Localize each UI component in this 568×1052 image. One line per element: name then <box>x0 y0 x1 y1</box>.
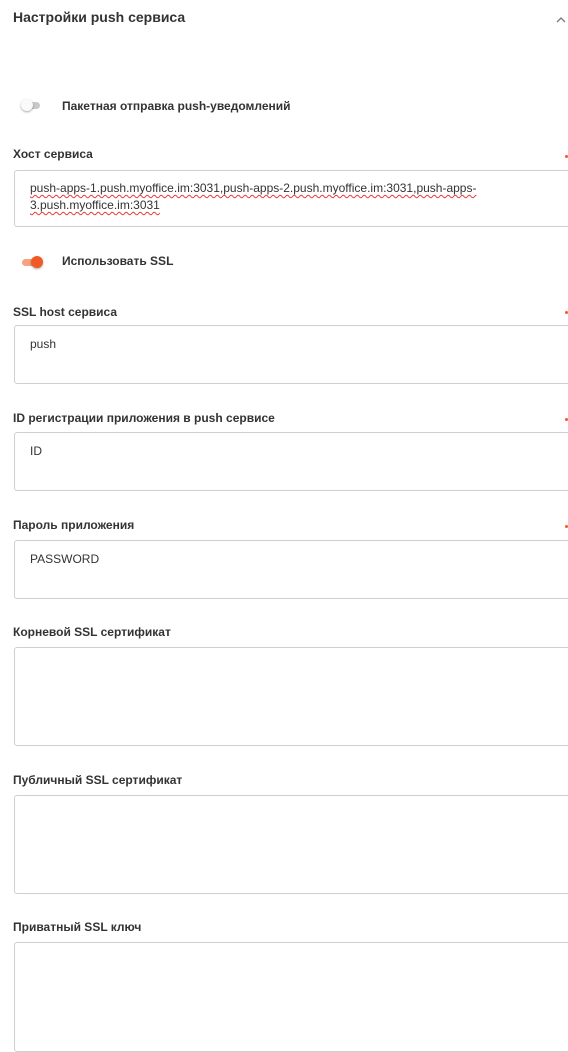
app-id-field[interactable]: ID <box>14 432 568 491</box>
batch-send-label: Пакетная отправка push-уведомлений <box>62 99 291 113</box>
batch-send-toggle[interactable] <box>21 99 42 111</box>
app-id-value: ID <box>30 444 42 458</box>
section-title: Настройки push сервиса <box>13 9 186 25</box>
app-password-label: Пароль приложения <box>13 518 135 532</box>
chevron-up-icon[interactable] <box>556 12 566 23</box>
ssl-host-value: push <box>30 337 57 351</box>
root-cert-textarea[interactable] <box>14 647 568 746</box>
private-key-label: Приватный SSL ключ <box>13 920 142 934</box>
ssl-host-field[interactable]: push <box>14 325 568 384</box>
host-value: push-apps-1.push.myoffice.im:3031,push-a… <box>30 181 477 212</box>
app-password-field[interactable]: PASSWORD <box>14 540 568 599</box>
app-password-value: PASSWORD <box>30 552 100 566</box>
root-cert-label: Корневой SSL сертификат <box>13 625 171 639</box>
toggle-knob <box>21 99 33 111</box>
use-ssl-toggle[interactable] <box>22 256 43 268</box>
public-cert-label: Публичный SSL сертификат <box>13 773 183 787</box>
app-id-label: ID регистрации приложения в push сервисе <box>13 411 275 425</box>
host-field[interactable]: push-apps-1.push.myoffice.im:3031,push-a… <box>14 170 568 227</box>
ssl-host-label: SSL host сервиса <box>13 305 118 319</box>
toggle-knob <box>31 256 43 268</box>
use-ssl-label: Использовать SSL <box>62 254 174 268</box>
public-cert-textarea[interactable] <box>14 795 568 894</box>
host-label: Хост сервиса <box>13 147 93 161</box>
